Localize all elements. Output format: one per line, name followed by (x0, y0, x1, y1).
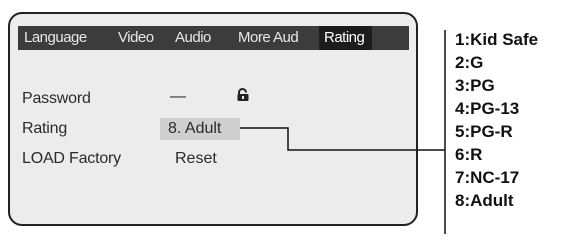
rating-option-pg-r: 5:PG-R (455, 122, 513, 141)
rating-option-kid-safe: 1:Kid Safe (455, 30, 539, 49)
rating-option-pg: 3:PG (455, 76, 495, 95)
rating-option-g: 2:G (455, 53, 484, 72)
rating-option-adult: 8:Adult (455, 191, 514, 210)
rating-option-pg-13: 4:PG-13 (455, 99, 520, 118)
rating-option-r: 6:R (455, 145, 483, 164)
rating-option-nc-17: 7:NC-17 (455, 168, 520, 187)
